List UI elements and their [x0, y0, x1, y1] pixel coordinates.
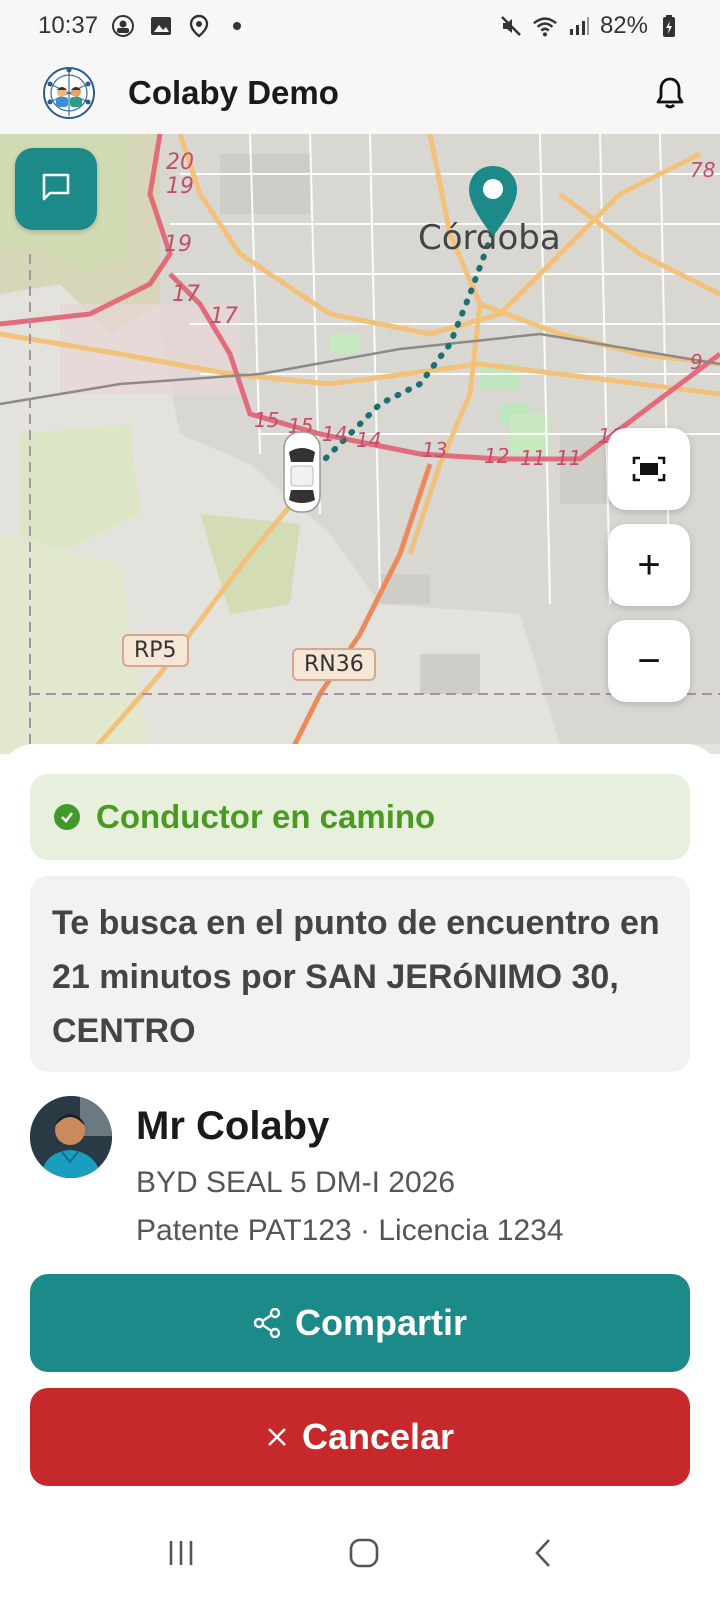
chat-icon — [40, 171, 72, 208]
km-label: 19 — [166, 174, 194, 199]
status-time: 10:37 — [38, 12, 99, 39]
colaby-logo-icon[interactable] — [42, 66, 96, 120]
app-notification-icon — [110, 13, 136, 39]
signal-icon — [566, 13, 592, 39]
cancel-button[interactable]: Cancelar — [30, 1388, 690, 1486]
mute-icon — [498, 13, 524, 39]
zoom-in-button[interactable]: + — [608, 524, 690, 606]
km-label: 11 — [556, 446, 582, 470]
km-label: 14 — [356, 428, 382, 452]
recent-apps-icon[interactable] — [166, 1539, 196, 1572]
km-label: 20 — [166, 150, 194, 175]
app-header: Colaby Demo — [0, 52, 720, 134]
share-button-label: Compartir — [294, 1302, 468, 1343]
km-label: 11 — [520, 446, 546, 470]
driver-plate-license: Patente PAT123 · Licencia 1234 — [136, 1214, 564, 1247]
road-shield-rn36: RN36 — [292, 648, 376, 681]
driver-vehicle: BYD SEAL 5 DM-I 2026 — [136, 1166, 456, 1199]
check-circle-icon — [54, 804, 80, 830]
wifi-icon — [532, 13, 558, 39]
km-label: 17 — [172, 282, 200, 307]
km-label: 19 — [164, 232, 192, 257]
trip-status-badge: Conductor en camino — [30, 774, 690, 860]
km-label: 78 — [690, 158, 716, 182]
system-navbar — [0, 1510, 720, 1600]
km-label: 15 — [254, 408, 280, 432]
destination-pin-icon[interactable] — [466, 164, 520, 238]
km-label: 13 — [422, 438, 448, 462]
driver-name: Mr Colaby — [136, 1104, 330, 1148]
location-icon — [186, 13, 212, 39]
close-icon — [266, 1426, 288, 1448]
zoom-out-button[interactable]: − — [608, 620, 690, 702]
bell-icon[interactable] — [650, 73, 690, 113]
fit-view-button[interactable] — [608, 428, 690, 510]
driver-avatar — [30, 1096, 112, 1178]
km-label: 14 — [322, 422, 348, 446]
km-label: 17 — [210, 304, 238, 329]
driver-card: Mr Colaby BYD SEAL 5 DM-I 2026 Patente P… — [30, 1096, 690, 1256]
trip-status-text: Conductor en camino — [96, 798, 436, 835]
map-view[interactable]: 20 19 19 17 17 15 15 14 14 13 12 11 11 1… — [0, 134, 720, 754]
km-label: 9 — [690, 350, 703, 374]
battery-icon — [656, 13, 682, 39]
km-label: 12 — [484, 444, 510, 468]
share-button[interactable]: Compartir — [30, 1274, 690, 1372]
chat-button[interactable] — [15, 148, 97, 230]
back-icon[interactable] — [532, 1537, 554, 1574]
car-icon — [280, 428, 324, 516]
dot-icon — [224, 13, 250, 39]
cancel-button-label: Cancelar — [301, 1416, 455, 1457]
share-icon — [253, 1308, 281, 1338]
trip-sheet: Conductor en camino Te busca en el punto… — [0, 744, 720, 1600]
image-icon — [148, 13, 174, 39]
battery-percentage: 82% — [599, 12, 648, 39]
status-bar: 10:37 82% — [0, 0, 720, 52]
road-shield-rp5: RP5 — [122, 634, 189, 667]
home-icon[interactable] — [348, 1537, 380, 1574]
fit-view-icon — [632, 447, 666, 492]
pickup-message: Te busca en el punto de encuentro en 21 … — [30, 876, 690, 1072]
app-title: Colaby Demo — [128, 74, 339, 111]
